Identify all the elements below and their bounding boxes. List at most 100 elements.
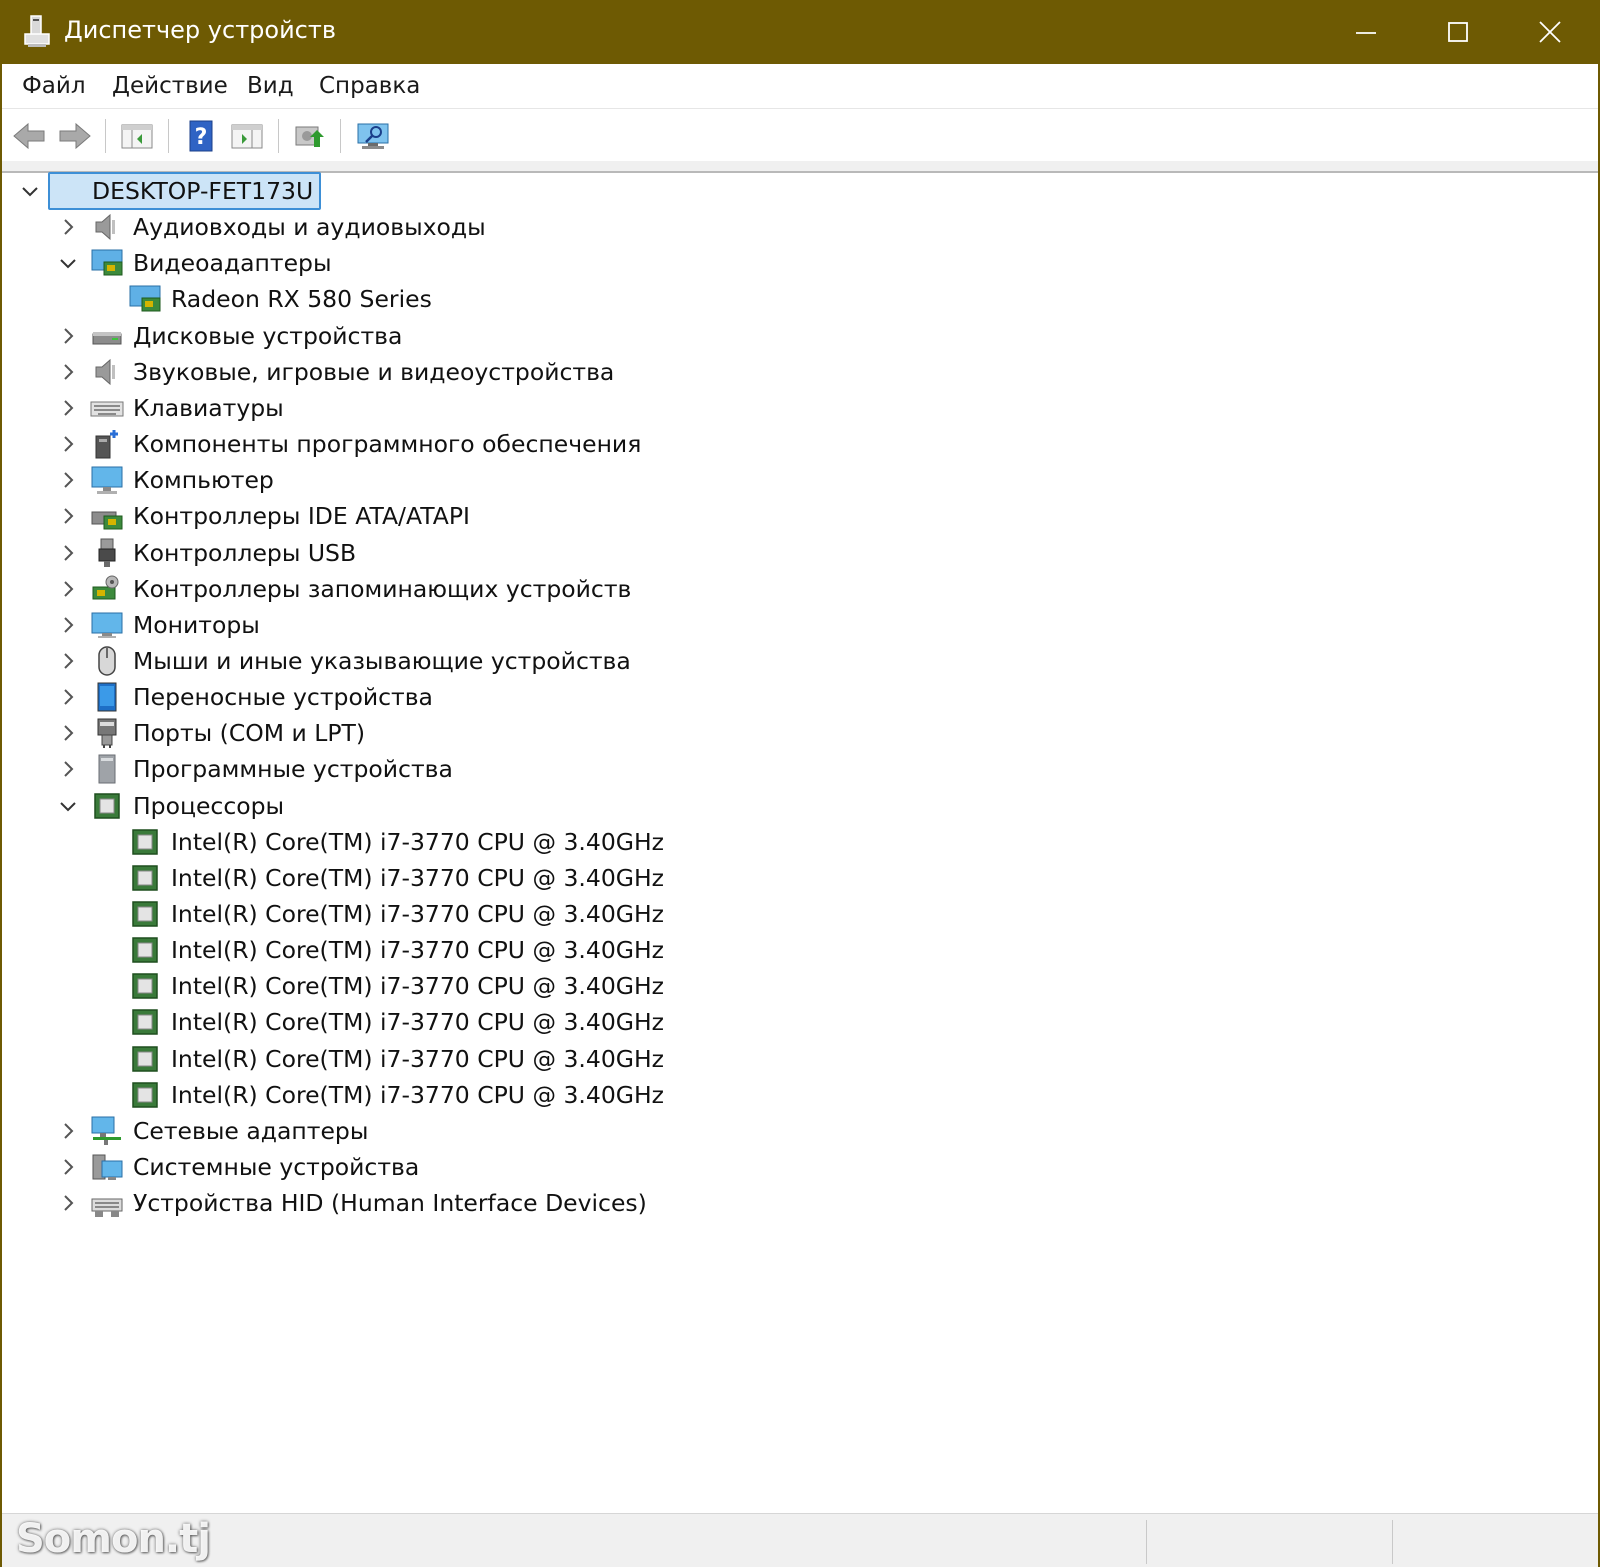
- device-item[interactable]: Intel(R) Core(TM) i7-3770 CPU @ 3.40GHz: [2, 896, 1002, 932]
- storage-controller-icon: [92, 575, 119, 600]
- software-component-icon: [95, 430, 118, 459]
- device-item[interactable]: Intel(R) Core(TM) i7-3770 CPU @ 3.40GHz: [2, 1004, 1002, 1040]
- chevron-right-icon[interactable]: [56, 721, 80, 745]
- category-item[interactable]: Компоненты программного обеспечения: [2, 426, 1002, 462]
- chevron-right-icon[interactable]: [56, 432, 80, 456]
- update-driver-button[interactable]: [290, 117, 328, 155]
- device-item[interactable]: Intel(R) Core(TM) i7-3770 CPU @ 3.40GHz: [2, 860, 1002, 896]
- close-button[interactable]: [1504, 0, 1596, 64]
- category-item-label: Контроллеры USB: [133, 539, 357, 567]
- processor-icon: [132, 937, 158, 963]
- category-item-label: Мониторы: [133, 611, 260, 639]
- title-bar[interactable]: Диспетчер устройств: [2, 0, 1598, 64]
- category-item[interactable]: Контроллеры USB: [2, 535, 1002, 571]
- properties-icon: [231, 124, 263, 149]
- chevron-right-icon[interactable]: [56, 360, 80, 384]
- scan-hardware-button[interactable]: [354, 117, 392, 155]
- menu-action[interactable]: Действие: [102, 70, 238, 102]
- category-item[interactable]: Порты (COM и LPT): [2, 715, 1002, 751]
- category-item-label: Компоненты программного обеспечения: [133, 430, 642, 458]
- device-manager-window: Диспетчер устройств Файл Действие Вид Сп…: [2, 0, 1598, 1567]
- tree-root-label[interactable]: DESKTOP-FET173U: [48, 172, 322, 210]
- category-item-label: Звуковые, игровые и видеоустройства: [133, 358, 615, 386]
- category-item-label: Контроллеры запоминающих устройств: [133, 575, 632, 603]
- keyboard-icon: [90, 401, 124, 417]
- device-item[interactable]: Intel(R) Core(TM) i7-3770 CPU @ 3.40GHz: [2, 1041, 1002, 1077]
- chevron-down-icon[interactable]: [56, 794, 80, 818]
- status-bar: [2, 1513, 1598, 1567]
- chevron-down-icon[interactable]: [18, 179, 42, 203]
- category-item[interactable]: Мониторы: [2, 607, 1002, 643]
- chevron-right-icon[interactable]: [56, 1155, 80, 1179]
- network-adapter-icon: [91, 1116, 121, 1145]
- category-item[interactable]: Контроллеры запоминающих устройств: [2, 571, 1002, 607]
- device-item[interactable]: Intel(R) Core(TM) i7-3770 CPU @ 3.40GHz: [2, 1077, 1002, 1113]
- toolbar: ?: [2, 109, 1598, 161]
- device-tree[interactable]: DESKTOP-FET173U Аудиовходы и аудиовыходы…: [2, 172, 1598, 1513]
- menu-view[interactable]: Вид: [237, 70, 304, 102]
- hid-icon: [91, 1198, 123, 1217]
- chevron-right-icon[interactable]: [56, 685, 80, 709]
- category-item-label: Процессоры: [133, 792, 285, 820]
- chevron-right-icon[interactable]: [56, 613, 80, 637]
- chevron-right-icon[interactable]: [56, 468, 80, 492]
- chevron-down-icon[interactable]: [56, 251, 80, 275]
- chevron-right-icon[interactable]: [56, 541, 80, 565]
- category-item-label: Видеоадаптеры: [133, 249, 332, 277]
- processor-icon: [132, 1009, 158, 1035]
- category-item-label: Переносные устройства: [133, 683, 433, 711]
- audio-icon: [95, 213, 115, 241]
- device-item[interactable]: Intel(R) Core(TM) i7-3770 CPU @ 3.40GHz: [2, 824, 1002, 860]
- processor-icon: [132, 1046, 158, 1072]
- device-item-label: Radeon RX 580 Series: [171, 285, 432, 313]
- forward-button[interactable]: [56, 117, 94, 155]
- menu-file[interactable]: Файл: [12, 70, 96, 102]
- device-item-label: Intel(R) Core(TM) i7-3770 CPU @ 3.40GHz: [171, 972, 664, 1000]
- category-item[interactable]: Процессоры: [2, 788, 1002, 824]
- processor-icon: [132, 901, 158, 927]
- show-hide-tree-button[interactable]: [118, 117, 156, 155]
- chevron-right-icon[interactable]: [56, 504, 80, 528]
- software-device-icon: [98, 754, 116, 784]
- category-item[interactable]: Переносные устройства: [2, 679, 1002, 715]
- category-item-label: Порты (COM и LPT): [133, 719, 366, 747]
- chevron-right-icon[interactable]: [56, 1119, 80, 1143]
- properties-button[interactable]: [228, 117, 266, 155]
- chevron-right-icon[interactable]: [56, 1191, 80, 1215]
- category-item[interactable]: Дисковые устройства: [2, 318, 1002, 354]
- device-item[interactable]: Intel(R) Core(TM) i7-3770 CPU @ 3.40GHz: [2, 968, 1002, 1004]
- category-item[interactable]: Программные устройства: [2, 751, 1002, 787]
- category-item[interactable]: Видеоадаптеры: [2, 245, 1002, 281]
- category-item-label: Мыши и иные указывающие устройства: [133, 647, 631, 675]
- category-item[interactable]: Мыши и иные указывающие устройства: [2, 643, 1002, 679]
- category-item[interactable]: Сетевые адаптеры: [2, 1113, 1002, 1149]
- menu-help[interactable]: Справка: [309, 70, 430, 102]
- category-item[interactable]: Аудиовходы и аудиовыходы: [2, 209, 1002, 245]
- update-driver-icon: [295, 126, 324, 147]
- category-item[interactable]: Компьютер: [2, 462, 1002, 498]
- category-item-label: Клавиатуры: [133, 394, 284, 422]
- help-icon: ?: [189, 120, 213, 152]
- help-button[interactable]: ?: [182, 117, 220, 155]
- maximize-button[interactable]: [1412, 0, 1504, 64]
- chevron-right-icon[interactable]: [56, 649, 80, 673]
- category-item[interactable]: Устройства HID (Human Interface Devices): [2, 1185, 1002, 1221]
- device-item[interactable]: Radeon RX 580 Series: [2, 281, 1002, 317]
- category-item[interactable]: Контроллеры IDE ATA/ATAPI: [2, 498, 1002, 534]
- chevron-right-icon[interactable]: [56, 757, 80, 781]
- chevron-right-icon[interactable]: [56, 324, 80, 348]
- chevron-right-icon[interactable]: [56, 577, 80, 601]
- tree-root[interactable]: DESKTOP-FET173U: [2, 172, 1002, 210]
- toolbar-separator: [340, 119, 341, 153]
- back-button[interactable]: [10, 117, 48, 155]
- category-item[interactable]: Клавиатуры: [2, 390, 1002, 426]
- status-bar-divider: [1146, 1520, 1147, 1564]
- category-item[interactable]: Системные устройства: [2, 1149, 1002, 1185]
- category-item[interactable]: Звуковые, игровые и видеоустройства: [2, 354, 1002, 390]
- chevron-right-icon[interactable]: [56, 396, 80, 420]
- disk-drive-icon: [92, 332, 122, 345]
- chevron-right-icon[interactable]: [56, 215, 80, 239]
- category-item-label: Устройства HID (Human Interface Devices): [133, 1189, 647, 1217]
- minimize-button[interactable]: [1320, 0, 1412, 64]
- device-item[interactable]: Intel(R) Core(TM) i7-3770 CPU @ 3.40GHz: [2, 932, 1002, 968]
